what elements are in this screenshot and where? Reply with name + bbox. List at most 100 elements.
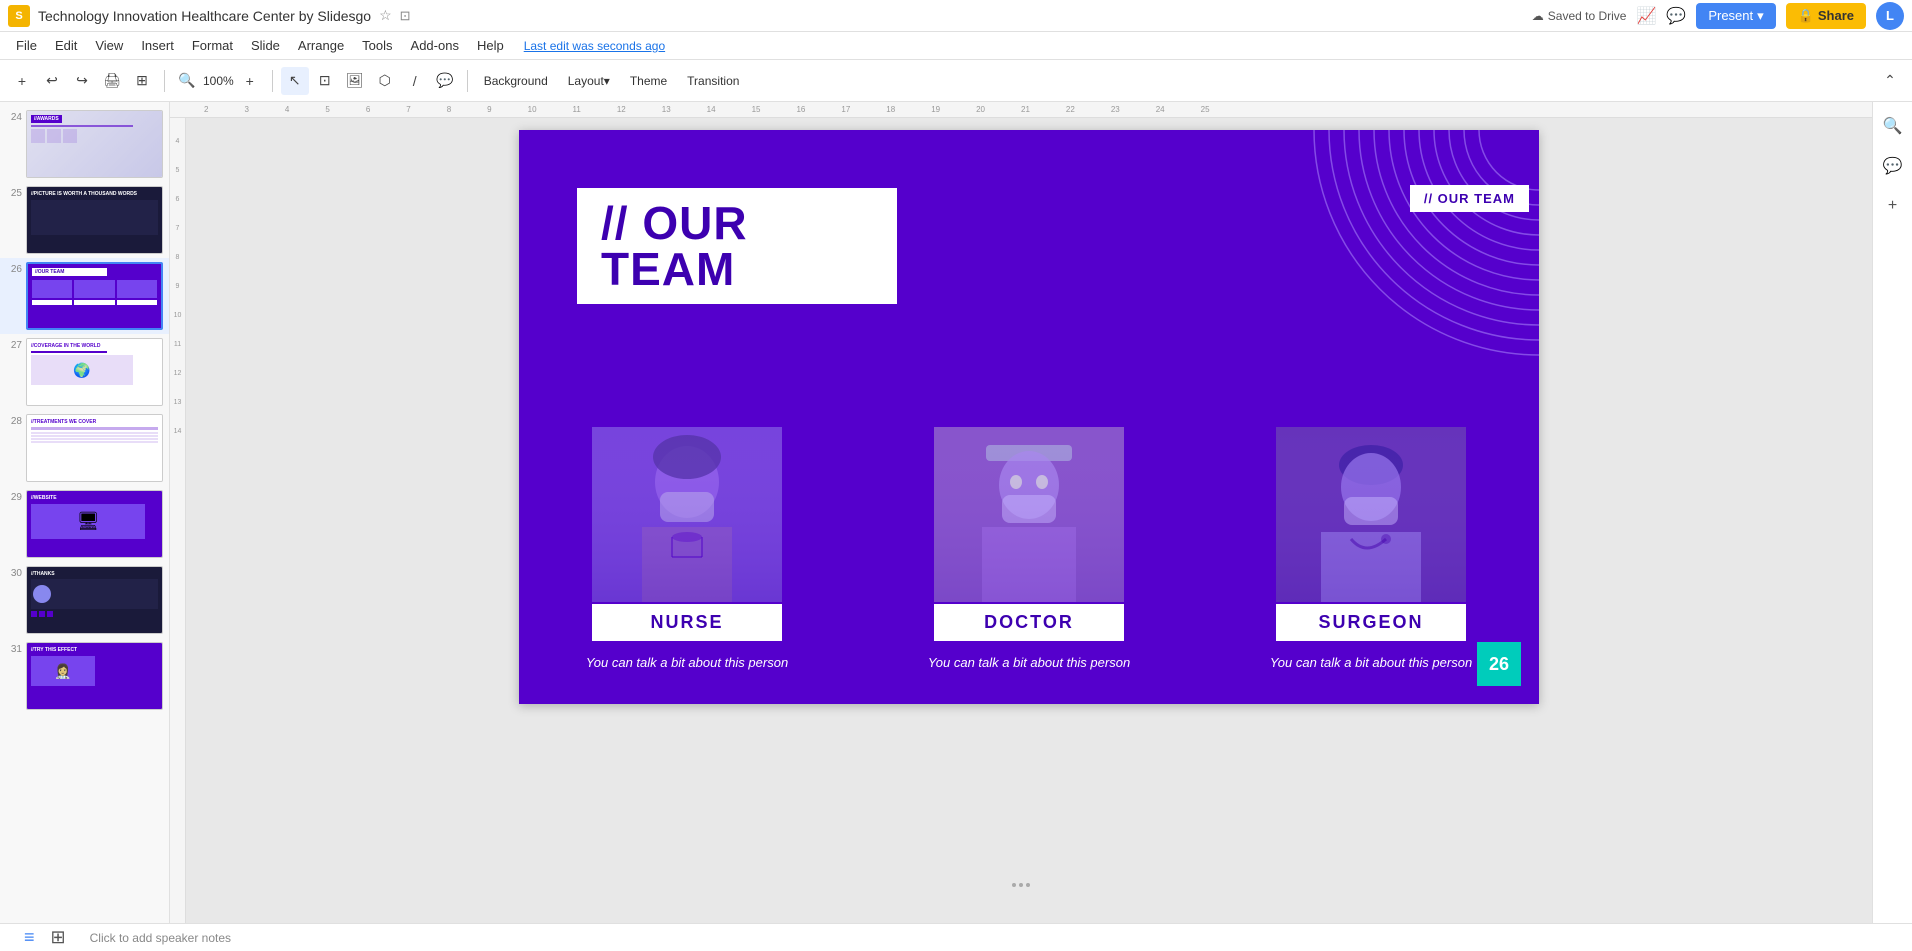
- slide-num-24: 24: [6, 110, 22, 123]
- slide-thumb-31[interactable]: 31 //TRY THIS EFFECT 👩‍⚕️: [0, 638, 169, 714]
- cursor-tool[interactable]: ↖: [281, 67, 309, 95]
- right-panel: 🔍 💬 +: [1872, 102, 1912, 923]
- avatar[interactable]: L: [1876, 2, 1904, 30]
- slide-thumb-28[interactable]: 28 //TREATMENTS WE COVER: [0, 410, 169, 486]
- slide-number-badge: 26: [1477, 642, 1521, 686]
- present-dropdown-icon: ▾: [1757, 8, 1764, 24]
- slide-thumb-26[interactable]: 26 //OUR TEAM: [0, 258, 169, 334]
- slide-title: // OUR TEAM: [601, 200, 873, 292]
- ruler-horizontal: 2 3 4 5 6 7 8 9 10 11 12 13 14 15 16 17 …: [170, 102, 1872, 118]
- menu-addons[interactable]: Add-ons: [403, 36, 467, 55]
- slide-preview-27[interactable]: //COVERAGE IN THE WORLD 🌍: [26, 338, 163, 406]
- slide-thumb-27[interactable]: 27 //COVERAGE IN THE WORLD 🌍: [0, 334, 169, 410]
- add-button[interactable]: +: [8, 67, 36, 95]
- slide-preview-30[interactable]: //THANKS: [26, 566, 163, 634]
- bottom-bar: ≡ ⊞ Click to add speaker notes: [0, 923, 1912, 951]
- image-tool[interactable]: 🖼: [341, 67, 369, 95]
- filmstrip-view-tab[interactable]: ≡: [20, 927, 39, 948]
- redo-button[interactable]: ↪: [68, 67, 96, 95]
- menu-edit[interactable]: Edit: [47, 36, 85, 55]
- toolbar-tools-group: ↖ ⊡ 🖼 ⬡ / 💬: [281, 67, 459, 95]
- stats-icon[interactable]: 📈: [1636, 6, 1656, 26]
- menu-bar: File Edit View Insert Format Slide Arran…: [0, 32, 1912, 60]
- slide-preview-28[interactable]: //TREATMENTS WE COVER: [26, 414, 163, 482]
- zoom-in-button[interactable]: +: [236, 67, 264, 95]
- paint-button[interactable]: ⊞: [128, 67, 156, 95]
- top-right-label[interactable]: // OUR TEAM: [1410, 185, 1529, 212]
- slide-num-26: 26: [6, 262, 22, 275]
- team-card-nurse[interactable]: NURSE You can talk a bit about this pers…: [577, 427, 797, 674]
- speaker-notes-area[interactable]: Click to add speaker notes: [90, 931, 1900, 945]
- last-edit-link[interactable]: Last edit was seconds ago: [524, 39, 665, 53]
- slide-title-box[interactable]: // OUR TEAM: [577, 188, 897, 304]
- view-tabs: ≡ ⊞: [12, 927, 78, 948]
- zoom-level: 100%: [203, 74, 234, 88]
- slide-num-28: 28: [6, 414, 22, 427]
- slide-thumb-29[interactable]: 29 //WEBSITE 🖥: [0, 486, 169, 562]
- slide-thumb-25[interactable]: 25 //PICTURE IS WORTH A THOUSAND WORDS: [0, 182, 169, 258]
- comment-tool[interactable]: 💬: [431, 67, 459, 95]
- star-icon[interactable]: ☆: [379, 7, 392, 24]
- menu-slide[interactable]: Slide: [243, 36, 288, 55]
- slide-num-27: 27: [6, 338, 22, 351]
- slide-num-31: 31: [6, 642, 22, 655]
- surgeon-photo: [1276, 427, 1466, 602]
- divider-1: [164, 70, 165, 92]
- divider-2: [272, 70, 273, 92]
- toolbar-add-group: + ↩ ↪ 🖨 ⊞: [8, 67, 156, 95]
- slide-num-30: 30: [6, 566, 22, 579]
- app-icon: S: [8, 5, 30, 27]
- menu-arrange[interactable]: Arrange: [290, 36, 352, 55]
- slides-panel: 24 //AWARDS 25 //PICTURE IS WORTH A TH: [0, 102, 170, 923]
- menu-insert[interactable]: Insert: [133, 36, 182, 55]
- nurse-photo: [592, 427, 782, 602]
- text-tool[interactable]: ⊡: [311, 67, 339, 95]
- slide-num-29: 29: [6, 490, 22, 503]
- shape-tool[interactable]: ⬡: [371, 67, 399, 95]
- arc-decoration: [1279, 130, 1539, 380]
- slide-drag-handles: [1012, 883, 1030, 887]
- slide-preview-31[interactable]: //TRY THIS EFFECT 👩‍⚕️: [26, 642, 163, 710]
- title-prefix: //: [601, 197, 642, 249]
- zoom-out-button[interactable]: 🔍: [173, 67, 201, 95]
- nurse-role-label: NURSE: [592, 604, 782, 641]
- transition-button[interactable]: Transition: [679, 70, 747, 92]
- present-button[interactable]: Present ▾: [1696, 3, 1775, 29]
- team-card-surgeon[interactable]: SURGEON You can talk a bit about this pe…: [1261, 427, 1481, 674]
- menu-file[interactable]: File: [8, 36, 45, 55]
- team-cards: NURSE You can talk a bit about this pers…: [577, 427, 1481, 674]
- menu-help[interactable]: Help: [469, 36, 512, 55]
- add-panel-button[interactable]: +: [1877, 190, 1909, 222]
- explore-button[interactable]: 🔍: [1877, 110, 1909, 142]
- team-card-doctor[interactable]: DOCTOR You can talk a bit about this per…: [919, 427, 1139, 674]
- doc-title: Technology Innovation Healthcare Center …: [38, 8, 371, 24]
- ruler-vertical: 45678 91011121314: [170, 118, 186, 923]
- slide-canvas-wrapper[interactable]: // OUR TEAM // OUR TEAM: [519, 130, 1539, 704]
- print-button[interactable]: 🖨: [98, 67, 126, 95]
- slide-preview-29[interactable]: //WEBSITE 🖥: [26, 490, 163, 558]
- top-bar: S Technology Innovation Healthcare Cente…: [0, 0, 1912, 32]
- cloud-icon: ☁: [1532, 9, 1544, 23]
- theme-button[interactable]: Theme: [622, 70, 675, 92]
- slide-preview-25[interactable]: //PICTURE IS WORTH A THOUSAND WORDS: [26, 186, 163, 254]
- slide-num-25: 25: [6, 186, 22, 199]
- slide-preview-24[interactable]: //AWARDS: [26, 110, 163, 178]
- saved-status: ☁ Saved to Drive: [1532, 9, 1627, 23]
- toolbar: + ↩ ↪ 🖨 ⊞ 🔍 100% + ↖ ⊡ 🖼 ⬡ / 💬 Backgroun…: [0, 60, 1912, 102]
- chat-icon[interactable]: 💬: [1666, 6, 1686, 26]
- background-button[interactable]: Background: [476, 70, 556, 92]
- drive-icon: ⊡: [400, 8, 411, 24]
- undo-button[interactable]: ↩: [38, 67, 66, 95]
- slide-preview-26[interactable]: //OUR TEAM: [26, 262, 163, 330]
- share-button[interactable]: 🔒 Share: [1786, 3, 1866, 29]
- menu-tools[interactable]: Tools: [354, 36, 400, 55]
- menu-view[interactable]: View: [87, 36, 131, 55]
- collapse-panel-button[interactable]: ⌃: [1876, 67, 1904, 95]
- comments-button[interactable]: 💬: [1877, 150, 1909, 182]
- menu-format[interactable]: Format: [184, 36, 241, 55]
- slide-thumb-24[interactable]: 24 //AWARDS: [0, 106, 169, 182]
- line-tool[interactable]: /: [401, 67, 429, 95]
- layout-button[interactable]: Layout▾: [560, 70, 618, 92]
- slide-thumb-30[interactable]: 30 //THANKS: [0, 562, 169, 638]
- grid-view-tab[interactable]: ⊞: [47, 927, 70, 948]
